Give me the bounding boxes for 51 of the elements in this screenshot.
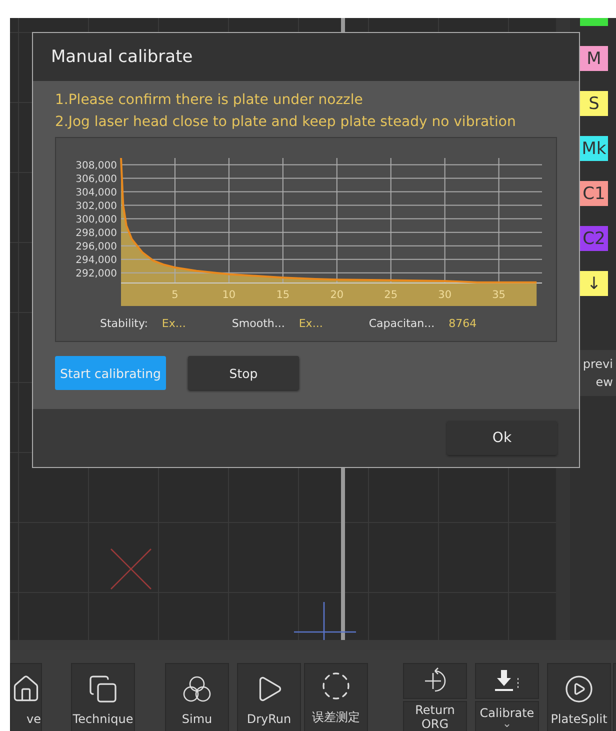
y-tick-label: 300,000 — [76, 214, 117, 226]
y-tick-label: 308,000 — [76, 160, 117, 172]
dashed-circle-icon — [321, 671, 351, 701]
ok-button[interactable]: Ok — [447, 421, 557, 455]
three-circles-icon — [181, 674, 213, 704]
instruction-text: 1.Please confirm there is plate under nozzle — [55, 91, 364, 110]
stat-value: Ex... — [162, 316, 187, 330]
toolbar-button[interactable]: DryRun — [237, 663, 301, 731]
stat-value: Ex... — [298, 316, 324, 330]
layer-tag[interactable]: C1 — [580, 181, 608, 206]
y-tick-label: 306,000 — [76, 174, 117, 185]
cross-mark-icon — [110, 548, 152, 590]
stat-label: Stability: — [100, 316, 148, 330]
toolbar-button[interactable]: Technique — [71, 663, 135, 731]
x-tick-label: 25 — [384, 289, 398, 301]
layer-tag[interactable]: Mk — [580, 136, 608, 161]
instruction-text: 2.Jog laser head close to plate and keep plate steady no vibration — [55, 113, 517, 132]
toolbar-icon-button[interactable] — [475, 663, 539, 699]
layer-tag[interactable]: ↓ — [580, 271, 608, 296]
x-tick-label: 15 — [276, 289, 290, 301]
toolbar-button[interactable]: PlateSplit — [547, 663, 611, 731]
x-tick-label: 30 — [438, 289, 452, 301]
toolbar-menu-button[interactable]: Calibrate ⌄ — [475, 701, 539, 731]
y-tick-label: 296,000 — [76, 241, 117, 252]
action-button[interactable]: Stop — [188, 356, 299, 390]
crosshair-icon — [294, 602, 356, 640]
layer-tag[interactable]: M — [580, 46, 608, 71]
y-tick-label: 294,000 — [76, 254, 117, 266]
toolbar-button[interactable]: ve — [10, 663, 42, 731]
stacked-squares-icon — [88, 674, 118, 704]
layer-tag[interactable] — [580, 18, 608, 26]
y-tick-label: 298,000 — [76, 228, 117, 239]
house-icon — [11, 674, 41, 704]
y-tick-label: 304,000 — [76, 187, 117, 198]
y-tick-label: 292,000 — [76, 268, 117, 280]
stat-label: Smooth... — [232, 316, 285, 330]
stat-value: 8764 — [448, 316, 478, 330]
x-tick-label: 5 — [172, 289, 178, 301]
layer-tag[interactable]: S — [580, 91, 608, 116]
y-tick-label: 302,000 — [76, 200, 117, 212]
x-tick-label: 10 — [222, 289, 236, 301]
stat-label: Capacitan... — [368, 316, 435, 330]
horizontal-scrollbar[interactable] — [10, 640, 616, 650]
x-tick-label: 20 — [330, 289, 344, 301]
x-tick-label: 35 — [492, 289, 506, 301]
toolbar-icon-button[interactable] — [403, 663, 467, 699]
play-circle-icon — [564, 674, 594, 704]
toolbar-button[interactable]: 误差测定 — [304, 663, 368, 731]
dialog-title: Manual calibrate — [33, 33, 579, 81]
toolbar-menu-button[interactable]: Return ORG — [403, 701, 467, 731]
toolbar-button[interactable]: Simu — [165, 663, 229, 731]
